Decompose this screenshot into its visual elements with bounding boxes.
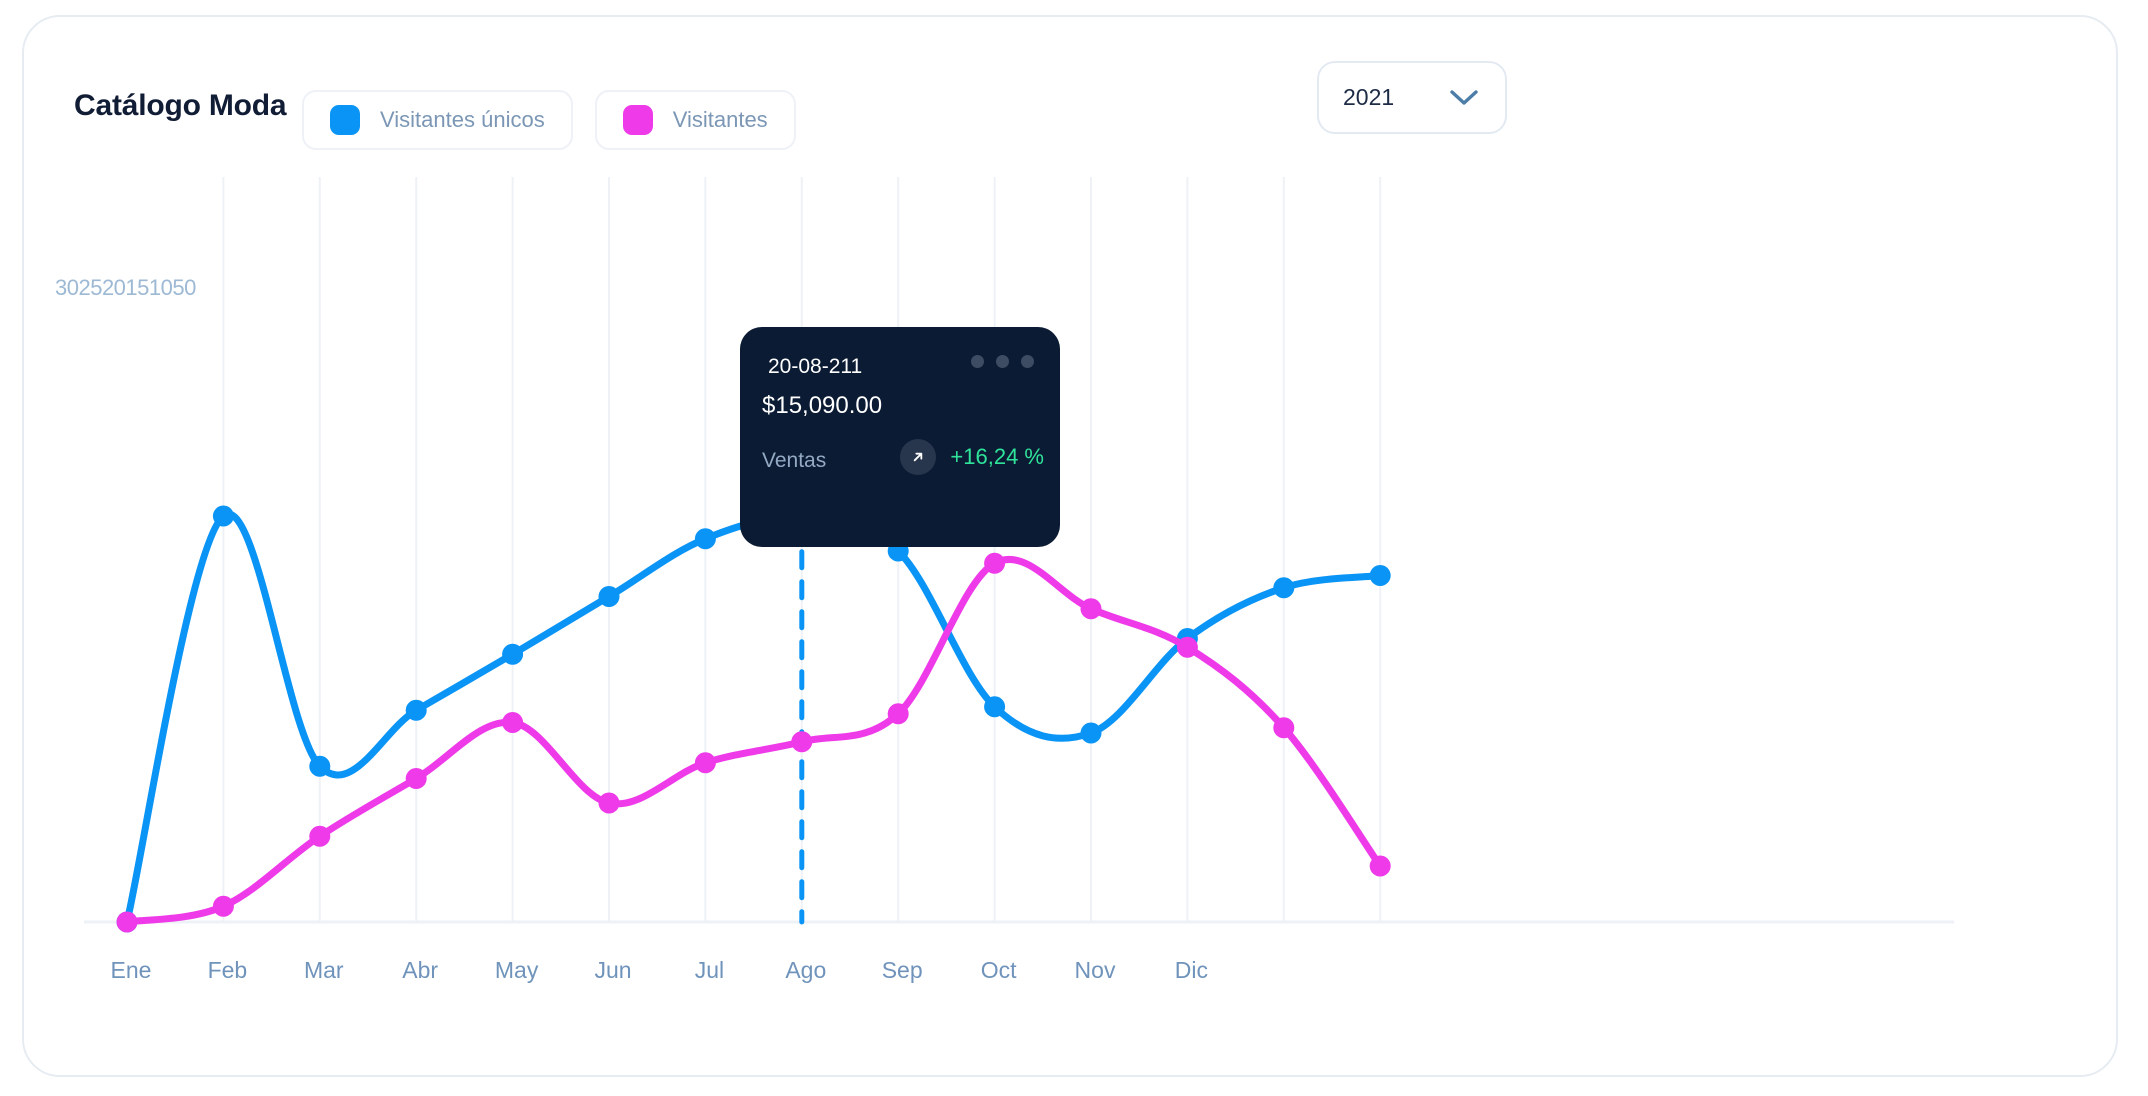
- series-line-visitantes: [123, 555, 1384, 926]
- legend-item-visitantes-unicos[interactable]: Visitantes únicos: [302, 90, 573, 150]
- data-point-marker: [212, 505, 234, 527]
- analytics-card: Catálogo Moda Visitantes únicos Visitant…: [22, 15, 2118, 1077]
- data-point-marker: [887, 703, 909, 725]
- data-point-marker: [1273, 577, 1295, 599]
- x-axis-tick-label: Mar: [303, 957, 344, 983]
- data-point-marker: [405, 699, 427, 721]
- data-point-marker: [212, 895, 234, 917]
- data-point-marker: [309, 825, 331, 847]
- square-swatch-icon: [622, 105, 653, 135]
- tooltip-metric-label: Ventas: [762, 449, 827, 472]
- tooltip-delta-value: +16,24 %: [950, 444, 1044, 469]
- x-axis-tick-label: Nov: [1074, 957, 1116, 983]
- data-point-marker: [984, 552, 1006, 574]
- x-axis-tick-label: Jun: [594, 957, 632, 983]
- data-point-marker: [1369, 565, 1391, 586]
- x-axis-tick-label: Jul: [694, 957, 725, 983]
- square-swatch-icon: [330, 105, 360, 135]
- x-axis-tick-label: May: [494, 957, 539, 983]
- chart-legend: Visitantes únicos Visitantes: [302, 90, 796, 150]
- x-axis-tick-label: Dic: [1174, 957, 1209, 983]
- data-point-marker: [116, 911, 138, 933]
- data-point-marker: [791, 731, 813, 753]
- data-point-marker: [984, 696, 1006, 718]
- x-axis-tick-label: Ene: [110, 957, 152, 983]
- year-select-value: 2021: [1343, 84, 1395, 110]
- legend-item-label: Visitantes únicos: [380, 107, 545, 132]
- data-point-marker: [1273, 717, 1295, 739]
- data-point-marker: [1176, 628, 1198, 649]
- tooltip-delta-group: +16,24 %: [900, 439, 1044, 475]
- data-point-marker: [1176, 636, 1198, 658]
- data-point-marker: [309, 755, 331, 777]
- data-point-marker: [694, 752, 716, 774]
- y-axis-labels: 302520151050: [55, 275, 196, 300]
- x-axis-tick-label: Ago: [785, 957, 827, 983]
- legend-item-label: Visitantes: [672, 107, 768, 132]
- data-point-marker: [1369, 855, 1391, 877]
- year-select[interactable]: 2021: [1317, 61, 1507, 134]
- data-point-marker: [1080, 722, 1102, 744]
- data-point-marker: [694, 528, 716, 550]
- data-point-marker: [598, 586, 620, 607]
- data-point-marker: [598, 792, 620, 814]
- x-axis-tick-label: Oct: [980, 957, 1017, 983]
- chart-tooltip: 20-08-211 $15,090.00 Ventas +16,24 %: [740, 327, 1060, 547]
- chevron-down-icon: [1450, 89, 1478, 105]
- arrow-up-right-icon: [900, 439, 937, 475]
- x-axis-labels: Ene Feb Mar Abr May Jun Jul Ago Sep Oct Nov Dic: [24, 957, 2120, 997]
- tooltip-window-dots: [971, 355, 1034, 368]
- data-point-marker: [1080, 598, 1102, 620]
- window-dot-icon: [996, 355, 1009, 368]
- x-axis-tick-label: Sep: [881, 957, 923, 983]
- data-point-marker: [116, 911, 138, 933]
- page-title: Catálogo Moda: [74, 89, 287, 122]
- tooltip-date: 20-08-211: [768, 355, 863, 378]
- x-axis-tick-label: Feb: [207, 957, 248, 983]
- window-dot-icon: [1021, 355, 1034, 368]
- window-dot-icon: [971, 355, 984, 368]
- series-line-visitantes-unicos: [123, 510, 1384, 926]
- data-point-marker: [405, 768, 427, 789]
- x-axis-tick-label: Abr: [402, 957, 439, 983]
- legend-item-visitantes[interactable]: Visitantes: [594, 90, 796, 150]
- tooltip-amount: $15,090.00: [762, 392, 883, 419]
- screenshot-root: Catálogo Moda Visitantes únicos Visitant…: [0, 0, 2148, 1096]
- data-point-marker: [502, 712, 524, 733]
- card-header: Catálogo Moda Visitantes únicos Visitant…: [24, 17, 2116, 177]
- data-point-marker: [502, 643, 524, 665]
